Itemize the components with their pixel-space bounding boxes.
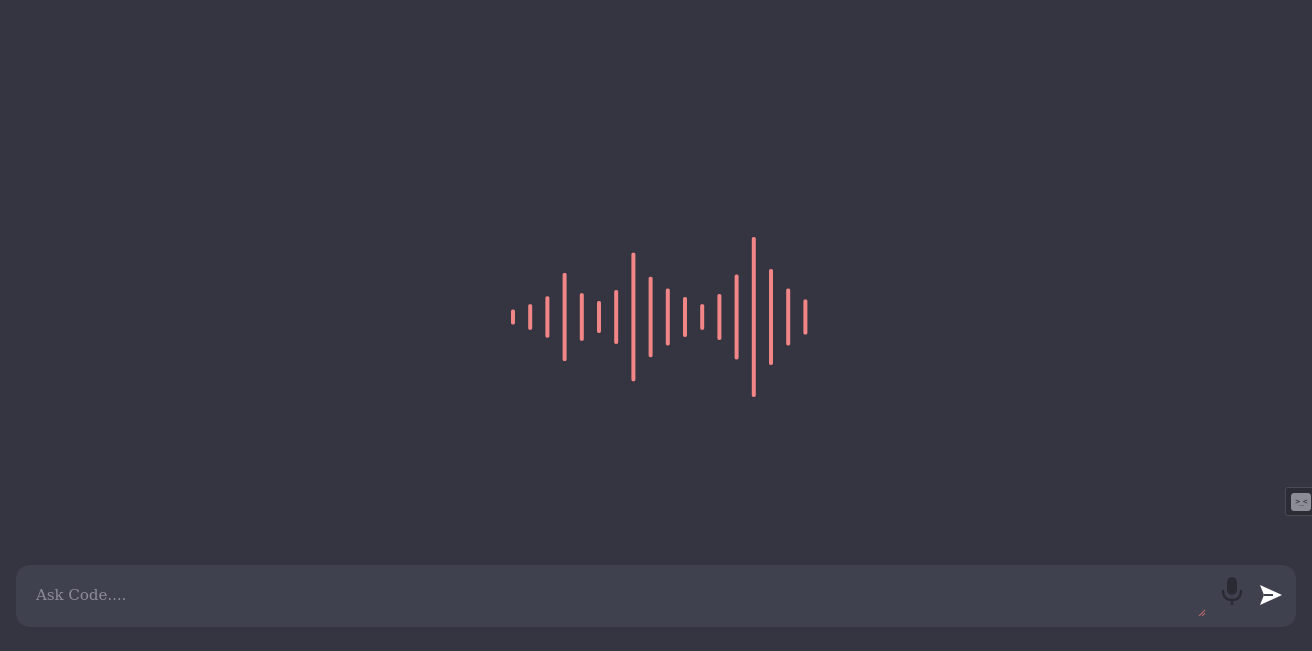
terminal-icon[interactable]: >_< (1291, 493, 1311, 511)
chat-input-bar (16, 565, 1296, 627)
voice-assistant-page: >_< (0, 0, 1312, 651)
microphone-button[interactable] (1218, 575, 1246, 609)
resize-handle-icon[interactable] (1198, 609, 1206, 617)
side-widget[interactable]: >_< (1285, 487, 1312, 516)
send-button[interactable] (1256, 580, 1286, 610)
send-icon (1260, 585, 1282, 605)
microphone-icon (1221, 577, 1243, 605)
audio-waveform-icon (505, 232, 815, 402)
ask-input[interactable] (36, 577, 1206, 617)
